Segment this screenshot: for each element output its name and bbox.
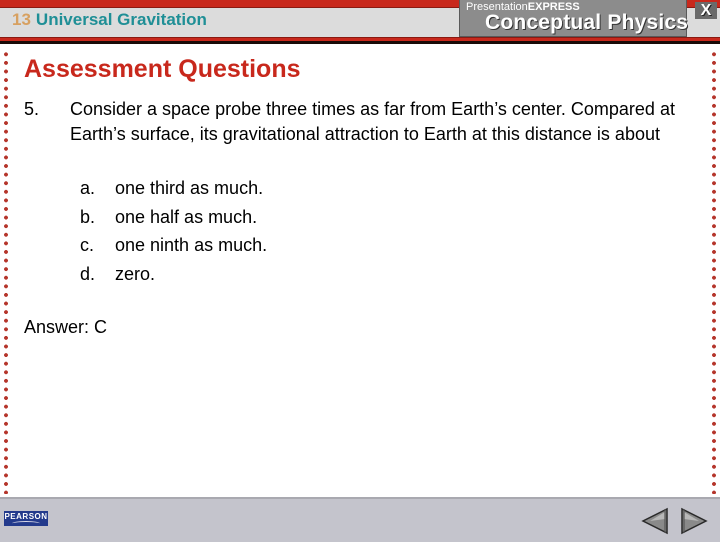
header-divider bbox=[0, 41, 720, 44]
triangle-left-icon bbox=[641, 507, 668, 535]
pearson-swoosh-icon bbox=[12, 521, 40, 526]
slide-title: Assessment Questions bbox=[24, 55, 301, 83]
choice-letter: d. bbox=[80, 263, 96, 284]
question-number: 5. bbox=[24, 99, 40, 119]
chapter-name: Universal Gravitation bbox=[35, 10, 207, 29]
right-dotted-border bbox=[712, 50, 716, 494]
answer-text: Answer: C bbox=[24, 317, 108, 337]
left-dotted-border bbox=[4, 50, 8, 494]
pearson-logo: PEARSON bbox=[4, 511, 48, 526]
close-button[interactable]: X bbox=[695, 2, 717, 19]
pearson-logo-text: PEARSON bbox=[4, 512, 48, 521]
brand-logo: PresentationEXPRESS Conceptual Physics bbox=[459, 0, 689, 37]
chapter-title: 13 Universal Gravitation bbox=[12, 10, 207, 30]
header-bar: 13 Universal Gravitation PresentationEXPR… bbox=[0, 0, 720, 44]
triangle-right-icon bbox=[681, 507, 708, 535]
next-slide-button[interactable] bbox=[679, 507, 709, 535]
previous-slide-button[interactable] bbox=[640, 507, 670, 535]
choice-letter: c. bbox=[80, 235, 95, 255]
footer-bar: PEARSON bbox=[0, 497, 720, 542]
choice-text: one third as much. bbox=[115, 178, 264, 198]
choice-text: zero. bbox=[115, 263, 156, 284]
choice-text: one ninth as much. bbox=[115, 235, 268, 255]
question-text: Consider a space probe three times as fa… bbox=[70, 99, 675, 144]
chapter-number: 13 bbox=[12, 10, 31, 29]
brand-title: Conceptual Physics bbox=[485, 11, 689, 34]
choice-text: one half as much. bbox=[115, 206, 258, 227]
choice-letter: a. bbox=[80, 178, 96, 198]
choice-letter: b. bbox=[80, 206, 96, 227]
